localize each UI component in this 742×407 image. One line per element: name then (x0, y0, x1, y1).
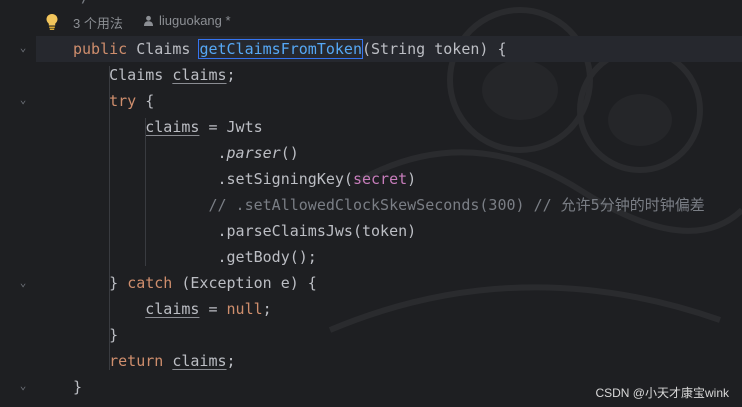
method-name-token: getClaimsFromToken (198, 39, 363, 59)
code-token: } (73, 326, 119, 344)
author-name: liuguokang * (159, 13, 231, 28)
code-line-text: } (73, 322, 118, 348)
code-token: // .setAllowedClockSkewSeconds(300) // 允… (73, 196, 705, 214)
fold-open-icon[interactable]: ⌄ (17, 42, 29, 54)
code-line[interactable]: .parser() (36, 140, 742, 166)
code-token: .setSigningKey( (73, 170, 353, 188)
author-hint[interactable]: liuguokang * (143, 13, 231, 28)
user-icon (144, 15, 153, 26)
code-line[interactable]: .setSigningKey(secret) (36, 166, 742, 192)
code-line-text: Claims claims; (73, 62, 236, 88)
code-editor[interactable]: */ 3 个用法 liuguokang * ⌄ ⌄ ⌄ ⌄ public Cla… (0, 0, 742, 407)
code-token: catch (127, 274, 173, 292)
code-line-text: claims = null; (73, 296, 272, 322)
indent-guide (109, 66, 110, 370)
lightbulb-icon[interactable] (44, 13, 60, 31)
code-token: = (199, 300, 227, 318)
code-token: null (226, 300, 263, 318)
code-line[interactable]: try { (36, 88, 742, 114)
code-token: (String token) { (362, 40, 507, 58)
code-line[interactable]: // .setAllowedClockSkewSeconds(300) // 允… (36, 192, 742, 218)
code-token: .parseClaimsJws(token) (73, 222, 417, 240)
fold-close-icon[interactable]: ⌄ (17, 277, 29, 289)
code-line[interactable]: claims = Jwts (36, 114, 742, 140)
code-line-text: public Claims getClaimsFromToken(String … (73, 36, 507, 62)
code-line[interactable]: public Claims getClaimsFromToken(String … (36, 36, 742, 62)
code-token: Claims (73, 66, 173, 84)
code-line[interactable]: Claims claims; (36, 62, 742, 88)
editor-gutter[interactable] (0, 0, 36, 407)
code-line-text: .parseClaimsJws(token) (73, 218, 416, 244)
code-token: claims (145, 118, 200, 136)
code-token: . (73, 144, 227, 162)
code-line-text: .parser() (73, 140, 299, 166)
fold-close-icon[interactable]: ⌄ (17, 380, 29, 392)
code-token: secret (352, 170, 408, 188)
code-token: Claims (136, 40, 200, 58)
code-token: ) (407, 170, 417, 188)
indent-guide (145, 118, 146, 266)
code-token: { (136, 92, 155, 110)
code-token: return (109, 352, 164, 370)
code-line[interactable]: } catch (Exception e) { (36, 270, 742, 296)
code-line[interactable]: claims = null; (36, 296, 742, 322)
code-line-text: claims = Jwts (73, 114, 263, 140)
code-token: } (73, 378, 83, 396)
code-line[interactable]: } (36, 322, 742, 348)
code-line-text: return claims; (73, 348, 236, 374)
code-line[interactable]: .getBody(); (36, 244, 742, 270)
code-line-text: } (73, 374, 82, 400)
code-token: ; (262, 300, 272, 318)
code-token: (Exception e) { (172, 274, 317, 292)
code-token: = Jwts (199, 118, 263, 136)
code-token: try (109, 92, 137, 110)
code-line[interactable]: .parseClaimsJws(token) (36, 218, 742, 244)
code-token: ; (226, 352, 236, 370)
code-token: () (280, 144, 299, 162)
watermark: CSDN @小天才康宝wink (595, 386, 729, 400)
code-token: ; (226, 66, 236, 84)
code-token: claims (145, 300, 200, 318)
fold-open-icon[interactable]: ⌄ (17, 94, 29, 106)
code-line-text: try { (73, 88, 154, 114)
code-line[interactable]: return claims; (36, 348, 742, 374)
usages-hint[interactable]: 3 个用法 (73, 13, 123, 32)
code-token: claims (172, 66, 227, 84)
code-token: } (73, 274, 128, 292)
doc-comment-end: */ (72, 0, 90, 6)
code-line-text: // .setAllowedClockSkewSeconds(300) // 允… (73, 192, 705, 218)
code-token: parser (226, 144, 281, 162)
code-token: public (73, 40, 137, 58)
code-line-text: .setSigningKey(secret) (73, 166, 416, 192)
code-token: claims (172, 352, 227, 370)
